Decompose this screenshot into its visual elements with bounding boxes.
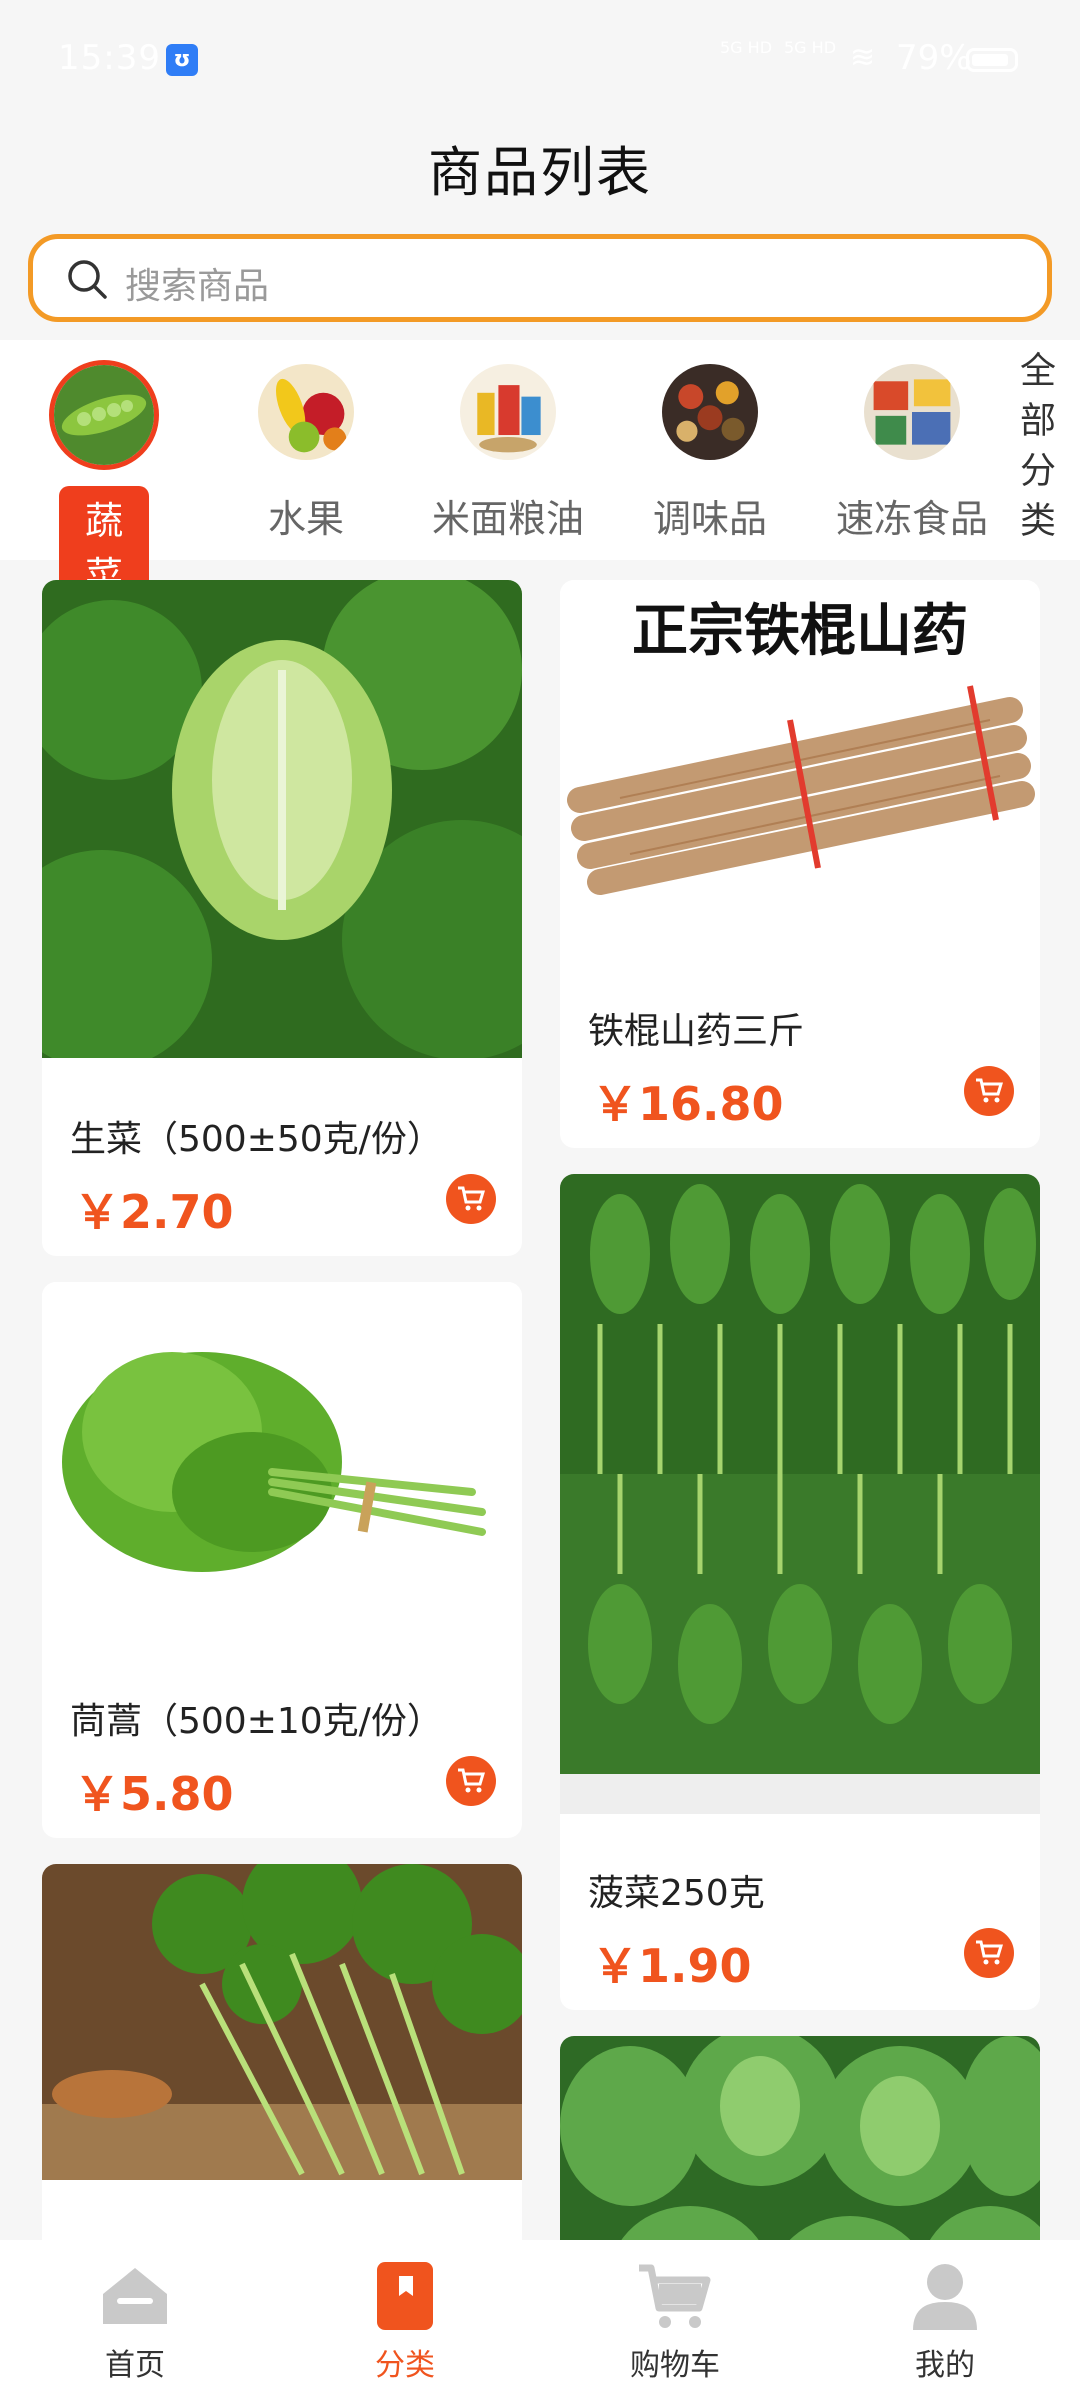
cart-icon (458, 1186, 485, 1211)
category-grain-oil[interactable]: 米面粮油 (418, 340, 598, 560)
cart-icon (639, 2264, 711, 2328)
signal-2-label: 5G HD (784, 38, 837, 57)
category-fruits[interactable]: 水果 (216, 340, 396, 560)
battery-icon (966, 48, 1018, 72)
alarm-icon: ʊ (166, 44, 198, 76)
add-to-cart-button[interactable] (964, 1928, 1014, 1978)
signal-1-label: 5G HD (720, 38, 773, 57)
category-label: 米面粮油 (431, 497, 584, 541)
home-icon (103, 2268, 167, 2324)
category-grain-oil-image (460, 364, 556, 460)
product-card[interactable]: 生菜（500±50克/份） ￥2.70 (42, 580, 522, 1256)
tab-label: 分类 (375, 2348, 435, 2383)
product-card[interactable]: 茼蒿（500±10克/份） ￥5.80 (42, 1282, 522, 1838)
status-time: 15:39 (58, 38, 161, 78)
search-icon (68, 260, 107, 299)
cart-icon (458, 1768, 485, 1793)
product-price: ￥16.80 (592, 1077, 784, 1131)
category-seasoning-image (662, 364, 758, 460)
search-bar[interactable]: 搜索商品 (28, 234, 1052, 322)
tab-cart[interactable]: 购物车 (540, 2240, 810, 2388)
category-vegetables-image (49, 360, 159, 470)
tab-label: 首页 (105, 2348, 165, 2383)
add-to-cart-button[interactable] (446, 1174, 496, 1224)
category-seasoning[interactable]: 调味品 (620, 340, 800, 560)
category-label: 速冻食品 (835, 497, 988, 541)
cart-icon (976, 1940, 1003, 1965)
product-image: 正宗铁棍山药 (560, 580, 1040, 920)
product-name: 铁棍山药三斤 (588, 1011, 805, 1052)
search-input[interactable]: 搜索商品 (125, 257, 269, 309)
product-image (560, 1174, 1040, 1814)
cart-icon (976, 1078, 1003, 1103)
product-image (42, 580, 522, 1058)
product-name: 茼蒿（500±10克/份） (70, 1701, 443, 1742)
tab-profile[interactable]: 我的 (810, 2240, 1080, 2388)
battery-percent: 79% (896, 38, 972, 78)
product-card[interactable] (42, 1864, 522, 2240)
product-image (42, 1282, 522, 1622)
tab-category[interactable]: 分类 (270, 2240, 540, 2388)
product-price: ￥1.90 (592, 1939, 752, 1993)
product-name: 生菜（500±50克/份） (70, 1119, 443, 1160)
category-vegetables[interactable]: 蔬菜 (14, 340, 194, 604)
status-bar: 15:39 ʊ 5G HD 5G HD ≋ 79% (0, 0, 1080, 120)
category-icon (377, 2262, 433, 2330)
add-to-cart-button[interactable] (964, 1066, 1014, 1116)
category-label: 调味品 (652, 497, 767, 541)
product-image (560, 2036, 1040, 2240)
product-grid: 生菜（500±50克/份） ￥2.70 正宗铁棍山药 铁棍山药三斤 ￥16.80… (0, 580, 1080, 2240)
wifi-icon: ≋ (850, 40, 876, 75)
product-price: ￥2.70 (74, 1185, 234, 1239)
product-price: ￥5.80 (74, 1767, 234, 1821)
category-bar: 蔬菜 水果 米面粮油 调味品 速冻食品 (0, 340, 1080, 604)
category-label: 水果 (267, 497, 344, 541)
tab-label: 购物车 (630, 2348, 720, 2383)
category-fruits-image (258, 364, 354, 460)
bottom-tab-bar: 首页 分类 购物车 我的 (0, 2240, 1080, 2388)
tab-home[interactable]: 首页 (0, 2240, 270, 2388)
add-to-cart-button[interactable] (446, 1756, 496, 1806)
product-card[interactable] (560, 2036, 1040, 2240)
page-title: 商品列表 (428, 141, 652, 204)
category-frozen-food-image (864, 364, 960, 460)
product-card[interactable]: 菠菜250克 ￥1.90 (560, 1174, 1040, 2010)
user-icon (913, 2264, 977, 2330)
product-name: 菠菜250克 (588, 1873, 765, 1914)
all-categories-button[interactable]: 全部分类 (994, 348, 1062, 554)
category-frozen-food[interactable]: 速冻食品 (822, 340, 1002, 560)
product-image (42, 1864, 522, 2180)
product-card[interactable]: 正宗铁棍山药 铁棍山药三斤 ￥16.80 (560, 580, 1040, 1148)
tab-label: 我的 (915, 2348, 975, 2383)
